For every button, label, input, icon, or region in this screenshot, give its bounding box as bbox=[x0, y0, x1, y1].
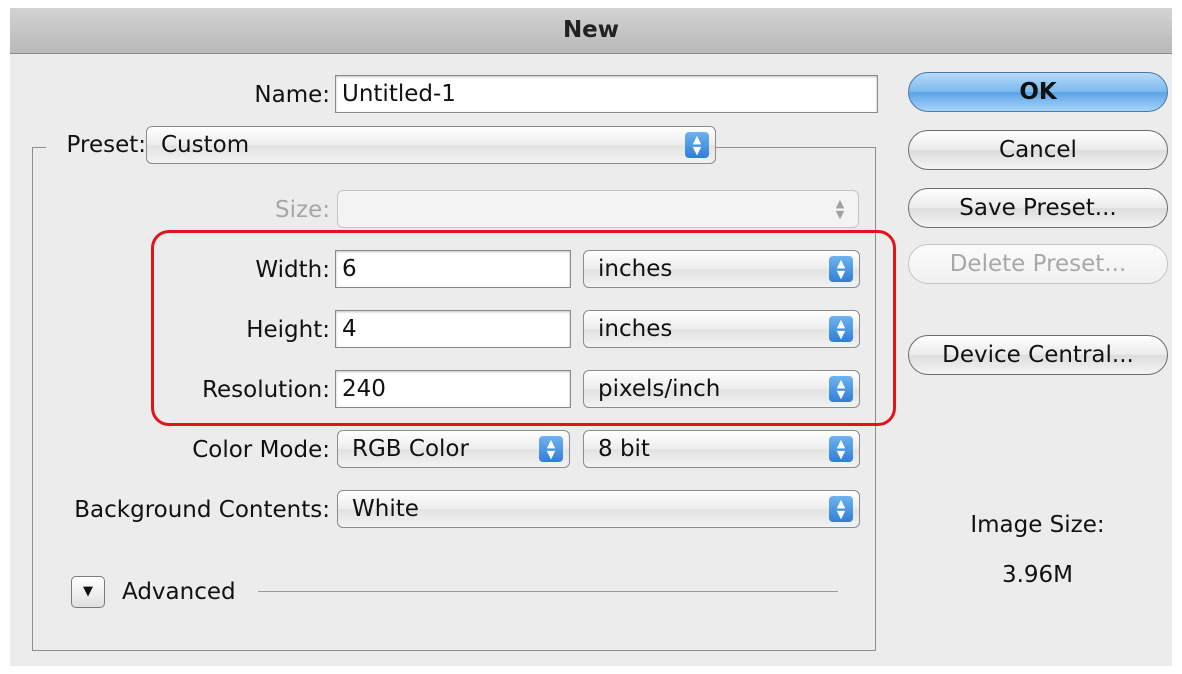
image-size-value: 3.96M bbox=[1001, 562, 1074, 588]
preset-select-value: Custom bbox=[161, 132, 250, 158]
advanced-disclosure-button[interactable]: ▼ bbox=[71, 576, 105, 608]
chevron-updown-icon: ▲ ▼ bbox=[539, 436, 563, 462]
preset-select[interactable]: Custom ▲ ▼ bbox=[146, 126, 716, 164]
triangle-down-icon: ▼ bbox=[83, 584, 93, 599]
window-title: New bbox=[562, 17, 620, 43]
chevron-updown-icon: ▲ ▼ bbox=[829, 496, 853, 522]
title-bar: New bbox=[10, 8, 1172, 54]
color-mode-select[interactable]: RGB Color ▲ ▼ bbox=[337, 430, 570, 468]
advanced-divider bbox=[258, 591, 838, 592]
background-contents-label: Background Contents: bbox=[74, 497, 330, 523]
save-preset-button[interactable]: Save Preset... bbox=[908, 188, 1168, 228]
color-mode-value: RGB Color bbox=[352, 436, 469, 462]
delete-preset-button[interactable]: Delete Preset... bbox=[908, 244, 1168, 284]
color-mode-label: Color Mode: bbox=[192, 437, 330, 463]
chevron-updown-icon: ▲ ▼ bbox=[829, 436, 853, 462]
preset-label: Preset: bbox=[46, 130, 150, 160]
chevron-updown-icon: ▲ ▼ bbox=[835, 197, 845, 221]
name-field[interactable]: Untitled-1 bbox=[335, 75, 878, 113]
bit-depth-select[interactable]: 8 bit ▲ ▼ bbox=[583, 430, 860, 468]
image-size-label: Image Size: bbox=[970, 512, 1105, 538]
size-select: ▲ ▼ bbox=[337, 190, 859, 228]
background-contents-value: White bbox=[352, 496, 419, 522]
cancel-button[interactable]: Cancel bbox=[908, 130, 1168, 170]
device-central-button[interactable]: Device Central... bbox=[908, 335, 1168, 375]
name-label: Name: bbox=[254, 82, 330, 108]
advanced-label: Advanced bbox=[122, 579, 236, 605]
chevron-updown-icon: ▲ ▼ bbox=[685, 132, 709, 158]
ok-button[interactable]: OK bbox=[908, 72, 1168, 112]
background-contents-select[interactable]: White ▲ ▼ bbox=[337, 490, 860, 528]
size-label: Size: bbox=[275, 197, 330, 223]
highlight-annotation bbox=[151, 230, 896, 426]
bit-depth-value: 8 bit bbox=[598, 436, 650, 462]
